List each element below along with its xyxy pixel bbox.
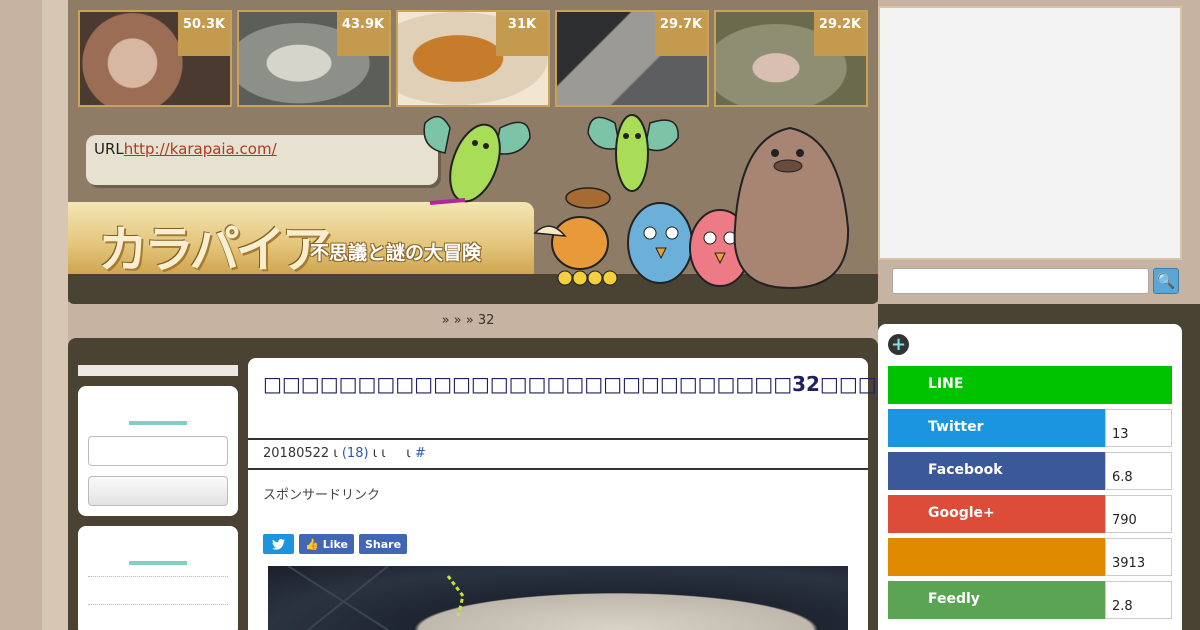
thumbnail-4[interactable]: 29.7K bbox=[555, 10, 709, 107]
social-label: LINE bbox=[888, 366, 1172, 404]
social-count: 3913 bbox=[1105, 538, 1172, 576]
orange-bird bbox=[533, 187, 618, 286]
widget-title-underline bbox=[129, 421, 187, 425]
list-divider bbox=[88, 576, 228, 577]
title-divider bbox=[248, 438, 868, 440]
social-count: 13 bbox=[1105, 409, 1172, 447]
article-meta: 20180522 ι (18) ι ι ι # bbox=[263, 446, 426, 461]
thumbs-up-icon: 👍 bbox=[305, 537, 319, 551]
social-count: 2.8 bbox=[1105, 581, 1172, 619]
twitter-bird-icon bbox=[272, 538, 285, 550]
thumbnail-2[interactable]: 43.9K bbox=[237, 10, 391, 107]
view-count-badge: 43.9K bbox=[337, 12, 389, 56]
left-decorative-strip bbox=[42, 0, 68, 630]
advertisement-box[interactable] bbox=[878, 6, 1182, 260]
meta-divider bbox=[248, 468, 868, 470]
tweet-button[interactable] bbox=[263, 534, 294, 554]
thumbnail-5[interactable]: 29.2K bbox=[714, 10, 868, 107]
social-label: Facebook bbox=[888, 452, 1105, 490]
article-date: 20180522 bbox=[263, 446, 330, 461]
left-sidebar-list-widget bbox=[78, 526, 238, 630]
social-row-hatena[interactable]: 3913 bbox=[888, 538, 1172, 576]
social-count: 790 bbox=[1105, 495, 1172, 533]
site-url-link[interactable]: http://karapaia.com/ bbox=[124, 140, 277, 158]
social-row-facebook[interactable]: Facebook 6.8 bbox=[888, 452, 1172, 490]
comment-count-link[interactable]: (18) bbox=[342, 446, 369, 461]
site-url-box: URLhttp://karapaia.com/ bbox=[86, 135, 438, 185]
share-label: Share bbox=[364, 537, 402, 551]
hash-tag-link[interactable]: # bbox=[415, 446, 426, 461]
view-count-badge: 29.7K bbox=[655, 12, 707, 56]
social-row-feedly[interactable]: Feedly 2.8 bbox=[888, 581, 1172, 619]
butterfly-bean-left bbox=[423, 115, 531, 205]
list-divider bbox=[88, 604, 228, 605]
facebook-share-button[interactable]: Share bbox=[358, 534, 408, 554]
site-search-input[interactable] bbox=[892, 268, 1149, 294]
widget-title-underline bbox=[129, 561, 187, 565]
view-count-badge: 29.2K bbox=[814, 12, 866, 56]
facebook-like-button[interactable]: 👍 Like bbox=[299, 534, 354, 554]
popular-thumbnails: 50.3K 43.9K 31K 29.7K 29.2K bbox=[78, 10, 868, 107]
url-label: URL bbox=[94, 140, 124, 158]
social-label: Twitter bbox=[888, 409, 1105, 447]
breadcrumb[interactable]: » » » 32 bbox=[68, 304, 868, 338]
social-row-twitter[interactable]: Twitter 13 bbox=[888, 409, 1172, 447]
search-button[interactable]: 🔍 bbox=[1153, 268, 1179, 294]
image-detail bbox=[287, 566, 465, 630]
social-label: Google+ bbox=[888, 495, 1105, 533]
search-icon: 🔍 bbox=[1156, 272, 1176, 290]
left-sidebar-search-input[interactable] bbox=[88, 436, 228, 466]
article-main-image bbox=[268, 566, 848, 630]
share-buttons: 👍 Like Share bbox=[263, 534, 408, 554]
logo-text: カラパイア bbox=[98, 221, 331, 279]
blue-bird bbox=[627, 202, 693, 284]
brown-blob-character bbox=[733, 126, 850, 290]
social-label bbox=[888, 538, 1105, 576]
article-title[interactable]: □□□□□□□□□□□□□□□□□□□□□□□□□□□□32□□□□□□□□□□… bbox=[263, 370, 1122, 398]
thumbnail-3[interactable]: 31K bbox=[396, 10, 550, 107]
left-sidebar-search-button[interactable] bbox=[88, 476, 228, 506]
view-count-badge: 31K bbox=[496, 12, 548, 56]
article: □□□□□□□□□□□□□□□□□□□□□□□□□□□□32□□□□□□□□□□… bbox=[248, 358, 1122, 630]
social-row-googleplus[interactable]: Google+ 790 bbox=[888, 495, 1172, 533]
sponsored-link-label: スポンサードリンク bbox=[263, 488, 381, 503]
thumbnail-1[interactable]: 50.3K bbox=[78, 10, 232, 107]
butterfly-bean-right bbox=[587, 114, 679, 192]
social-row-line[interactable]: LINE bbox=[888, 366, 1172, 404]
social-label: Feedly bbox=[888, 581, 1105, 619]
like-label: Like bbox=[322, 537, 348, 551]
view-count-badge: 50.3K bbox=[178, 12, 230, 56]
plus-circle-icon: + bbox=[888, 334, 909, 355]
left-sidebar-top-bar bbox=[78, 365, 238, 376]
social-count: 6.8 bbox=[1105, 452, 1172, 490]
mascot-characters-illustration bbox=[423, 114, 850, 290]
